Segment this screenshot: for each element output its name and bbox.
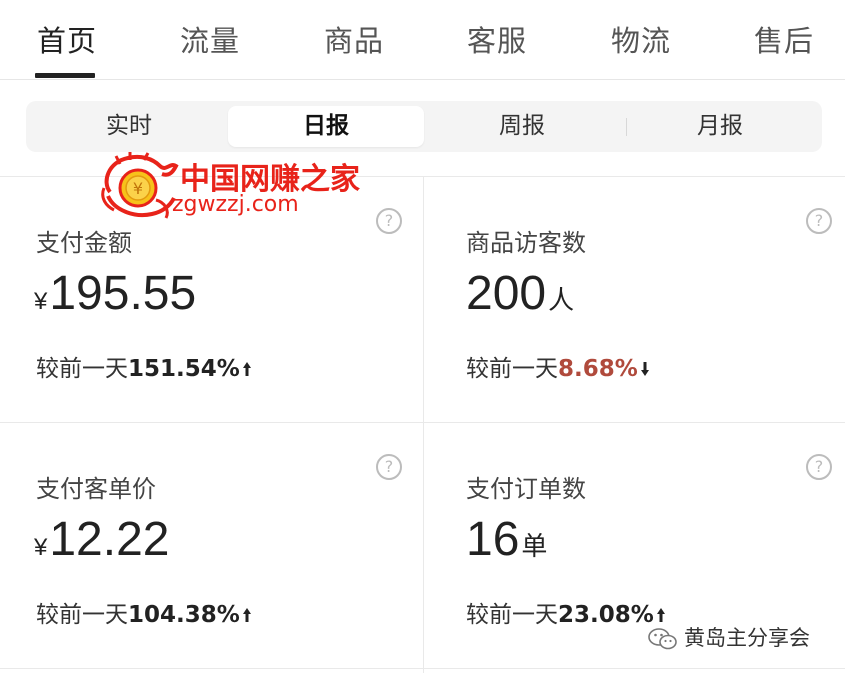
tab-products[interactable]: 商品: [324, 18, 384, 60]
metric-compare-order-count: 较前一天23.08%: [466, 595, 666, 629]
wechat-icon: [648, 628, 677, 650]
metric-value-product-visitors: 200人: [466, 266, 574, 321]
value-number: 195.55: [49, 267, 197, 320]
metric-value-payment-amount: ¥195.55: [34, 266, 196, 321]
site-logo-watermark: ¥ 中国网赚之家 zgwzzj.com: [100, 152, 360, 222]
compare-percent: 8.68%: [558, 356, 638, 382]
value-number: 200: [466, 267, 547, 320]
help-icon[interactable]: ?: [376, 208, 402, 234]
logo-text-en: zgwzzj.com: [172, 192, 299, 217]
metric-compare-payment-amount: 较前一天151.54%: [36, 349, 252, 383]
tab-home[interactable]: 首页: [37, 18, 97, 60]
watermark-text: 黄岛主分享会: [684, 626, 810, 650]
trend-up-icon: [242, 608, 251, 622]
dragon-coin-icon: ¥: [101, 152, 179, 219]
segment-daily[interactable]: 日报: [228, 106, 424, 147]
account-watermark: 黄岛主分享会: [648, 622, 810, 652]
metric-value-order-count: 16单: [466, 512, 547, 567]
segment-monthly[interactable]: 月报: [622, 106, 818, 147]
tab-customer-service[interactable]: 客服: [467, 18, 527, 60]
active-tab-indicator: [35, 73, 95, 78]
compare-percent: 104.38%: [128, 602, 240, 628]
currency-symbol: ¥: [34, 288, 48, 315]
compare-label: 较前一天: [36, 602, 128, 628]
compare-percent: 151.54%: [128, 356, 240, 382]
currency-symbol: ¥: [34, 534, 48, 561]
tab-after-sales[interactable]: 售后: [754, 18, 814, 60]
trend-up-icon: [656, 608, 665, 622]
period-segment-control: 实时 日报 周报 月报: [26, 101, 822, 152]
compare-percent: 23.08%: [558, 602, 654, 628]
svg-text:¥: ¥: [133, 179, 143, 198]
grid-divider-vertical: [423, 176, 424, 673]
metric-value-avg-order-value: ¥12.22: [34, 512, 169, 567]
compare-label: 较前一天: [466, 356, 558, 382]
segment-realtime[interactable]: 实时: [31, 106, 227, 147]
metric-label-avg-order-value: 支付客单价: [36, 475, 156, 503]
metric-compare-product-visitors: 较前一天8.68%: [466, 349, 650, 383]
tab-logistics[interactable]: 物流: [611, 18, 671, 60]
compare-label: 较前一天: [36, 356, 128, 382]
segment-weekly[interactable]: 周报: [424, 106, 620, 147]
help-icon[interactable]: ?: [376, 454, 402, 480]
help-icon[interactable]: ?: [806, 208, 832, 234]
help-icon[interactable]: ?: [806, 454, 832, 480]
value-number: 12.22: [49, 513, 170, 566]
value-unit: 人: [548, 285, 575, 315]
trend-down-icon: [640, 362, 649, 376]
metric-label-order-count: 支付订单数: [466, 475, 586, 503]
tab-traffic[interactable]: 流量: [180, 18, 240, 60]
trend-up-icon: [242, 362, 251, 376]
metric-label-payment-amount: 支付金额: [36, 229, 132, 257]
metric-compare-avg-order-value: 较前一天104.38%: [36, 595, 252, 629]
compare-label: 较前一天: [466, 602, 558, 628]
value-unit: 单: [521, 531, 548, 561]
top-nav: 首页 流量 商品 客服 物流 售后: [0, 0, 845, 80]
value-number: 16: [466, 513, 520, 566]
metric-label-product-visitors: 商品访客数: [466, 229, 586, 257]
